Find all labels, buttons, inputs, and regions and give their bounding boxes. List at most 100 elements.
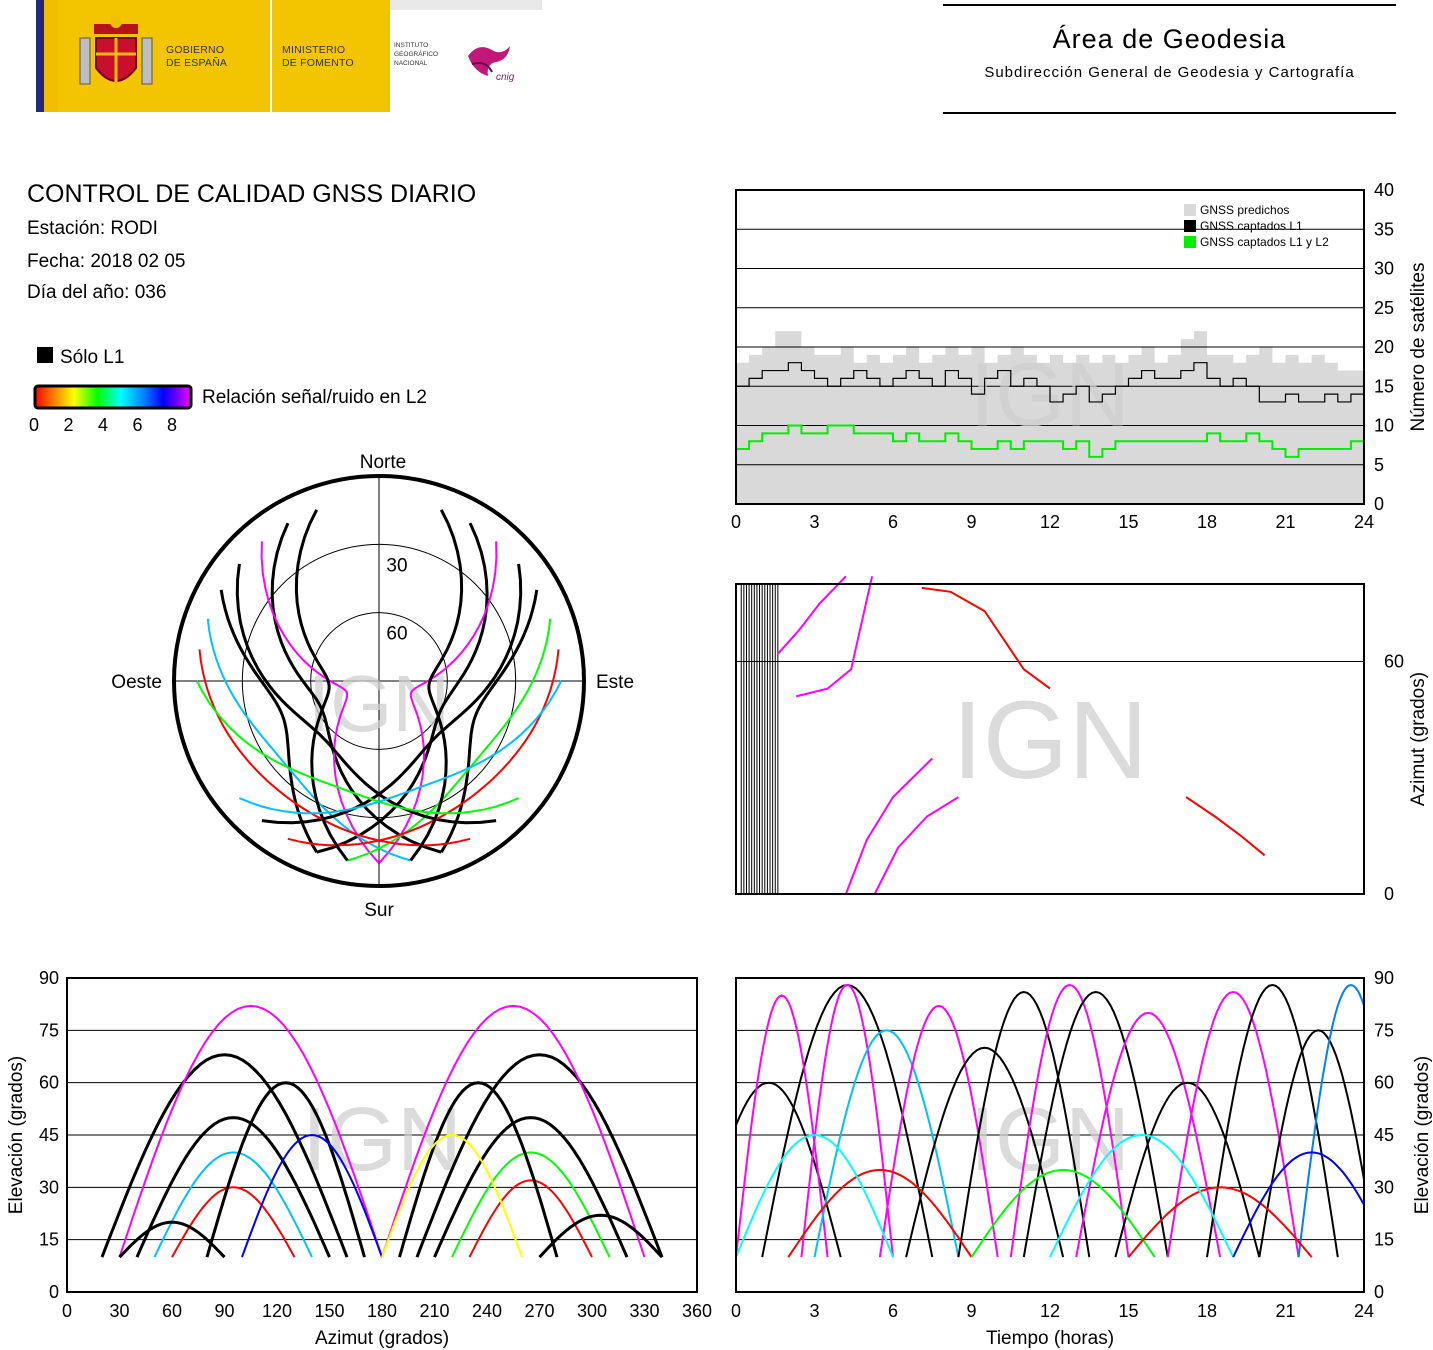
azimuth-time-chart: IGN 0 60Azimut (grados) bbox=[735, 575, 1429, 904]
y-tick-label: 0 bbox=[1374, 494, 1384, 514]
y-tick-label: 10 bbox=[1374, 416, 1394, 436]
azimuth-track bbox=[921, 586, 1051, 690]
y-tick-label: 15 bbox=[1374, 1230, 1394, 1250]
elev-time-arc bbox=[1206, 983, 1339, 1258]
ign-watermark: IGN bbox=[952, 679, 1148, 802]
y-tick-label: 30 bbox=[1374, 259, 1394, 279]
page-title: CONTROL DE CALIDAD GNSS DIARIO bbox=[27, 180, 477, 208]
ign-logo: INSTITUTO GEOGRÁFICO NACIONAL cnig bbox=[390, 0, 542, 112]
snr-colorbar bbox=[33, 384, 193, 410]
x-tick-label: 6 bbox=[888, 1301, 898, 1321]
x-tick-label: 21 bbox=[1275, 512, 1295, 532]
y-tick-label: 60 bbox=[39, 1073, 59, 1093]
y-tick-label: 75 bbox=[39, 1020, 59, 1040]
gov-line-2: DE ESPAÑA bbox=[166, 57, 228, 69]
east-label: Este bbox=[596, 672, 634, 693]
x-tick-label: 9 bbox=[966, 512, 976, 532]
y-tick-label: 45 bbox=[39, 1125, 59, 1145]
x-tick-label: 21 bbox=[1275, 1301, 1295, 1321]
date-label: Fecha: 2018 02 05 bbox=[27, 251, 186, 272]
x-tick-label: 240 bbox=[472, 1301, 502, 1321]
y-tick-label: 0 bbox=[49, 1282, 59, 1302]
elev-time-arc bbox=[736, 1133, 894, 1258]
satellite-count-chart: 05101520253035400 3 6 9 12 15 18 21 24IGNGNSS pr… bbox=[731, 180, 1429, 532]
x-tick-label: 15 bbox=[1118, 512, 1138, 532]
x-tick-label: 300 bbox=[577, 1301, 607, 1321]
y-tick-label: 0 bbox=[1384, 884, 1394, 904]
y-tick-label: 20 bbox=[1374, 337, 1394, 357]
y-tick-label: 25 bbox=[1374, 298, 1394, 318]
area-title: Área de Geodesia bbox=[1052, 24, 1287, 54]
elevation-time-chart: 01530456075900 3 6 9 12 15 18 21 24IGNTiempo (ho… bbox=[731, 968, 1433, 1349]
ministry-line-2: DE FOMENTO bbox=[282, 57, 354, 69]
y-tick-label: 75 bbox=[1374, 1020, 1394, 1040]
snr-tick-label: 4 bbox=[98, 415, 109, 435]
elev-time-arc bbox=[813, 1029, 960, 1258]
y-axis-label: Número de satélites bbox=[1408, 263, 1429, 432]
elev-time-arc bbox=[1127, 1186, 1313, 1258]
y-tick-label: 90 bbox=[39, 968, 59, 988]
x-tick-label: 24 bbox=[1354, 1301, 1374, 1321]
x-tick-label: 24 bbox=[1354, 512, 1374, 532]
l1-only-swatch bbox=[37, 347, 53, 363]
y-tick-label: 35 bbox=[1374, 219, 1394, 239]
snr-tick-label: 8 bbox=[167, 415, 178, 435]
ring-label-60: 60 bbox=[386, 624, 407, 645]
azimuth-track bbox=[777, 575, 847, 655]
x-axis-label: Azimut (grados) bbox=[315, 1328, 449, 1349]
cnig-text: cnig bbox=[496, 72, 515, 83]
gov-line-1: GOBIERNO bbox=[166, 44, 225, 56]
y-tick-label: 60 bbox=[1374, 1073, 1394, 1093]
y-tick-label: 40 bbox=[1374, 180, 1394, 200]
y-tick-label: 30 bbox=[39, 1177, 59, 1197]
l1-only-label: Sólo L1 bbox=[60, 347, 125, 368]
y-tick-label: 45 bbox=[1374, 1125, 1394, 1145]
spain-flag-strip bbox=[36, 0, 58, 112]
x-axis-label: Tiempo (horas) bbox=[986, 1328, 1114, 1349]
y-tick-label: 15 bbox=[39, 1230, 59, 1250]
west-label: Oeste bbox=[111, 672, 162, 693]
inst-line-1: INSTITUTO bbox=[394, 42, 429, 49]
y-tick-label: 15 bbox=[1374, 376, 1394, 396]
legend-label: GNSS captados L1 y L2 bbox=[1200, 235, 1329, 249]
x-tick-label: 12 bbox=[1040, 512, 1060, 532]
ring-label-30: 30 bbox=[386, 555, 407, 576]
x-tick-label: 6 bbox=[888, 512, 898, 532]
x-tick-label: 0 bbox=[731, 512, 741, 532]
legend-label: GNSS predichos bbox=[1200, 203, 1289, 217]
snr-tick-label: 0 bbox=[29, 415, 40, 435]
x-tick-label: 150 bbox=[314, 1301, 344, 1321]
snr-label: Relación señal/ruido en L2 bbox=[202, 387, 427, 408]
station-label: Estación: RODI bbox=[27, 218, 158, 239]
area-box bbox=[943, 4, 1396, 114]
x-tick-label: 18 bbox=[1197, 512, 1217, 532]
doy-label: Día del año: 036 bbox=[27, 282, 167, 303]
y-axis-label: Elevación (grados) bbox=[1412, 1056, 1433, 1214]
y-tick-label: 30 bbox=[1374, 1177, 1394, 1197]
cnig-logo-icon: cnig bbox=[468, 46, 515, 83]
x-tick-label: 15 bbox=[1118, 1301, 1138, 1321]
inst-line-2: GEOGRÁFICO bbox=[394, 51, 439, 58]
y-tick-label: 0 bbox=[1374, 1282, 1384, 1302]
x-tick-label: 0 bbox=[62, 1301, 72, 1321]
y-tick-label: 5 bbox=[1374, 455, 1384, 475]
south-label: Sur bbox=[364, 900, 394, 921]
elev-time-arc bbox=[800, 983, 894, 1258]
legend-swatch bbox=[1184, 220, 1196, 232]
x-tick-label: 0 bbox=[731, 1301, 741, 1321]
elev-time-arc bbox=[761, 983, 934, 1258]
government-logo: GOBIERNO DE ESPAÑA bbox=[58, 0, 270, 112]
x-tick-label: 18 bbox=[1197, 1301, 1217, 1321]
y-axis-label: Azimut (grados) bbox=[1408, 672, 1429, 806]
dense-track-cluster bbox=[740, 584, 779, 894]
y-tick-label: 90 bbox=[1374, 968, 1394, 988]
x-tick-label: 270 bbox=[524, 1301, 554, 1321]
skyplot-chart: IGN3060NorteSurOeste Este bbox=[111, 452, 634, 921]
ministry-line-1: MINISTERIO bbox=[282, 44, 346, 56]
x-tick-label: 30 bbox=[109, 1301, 129, 1321]
x-tick-label: 3 bbox=[809, 512, 819, 532]
x-tick-label: 60 bbox=[162, 1301, 182, 1321]
elev-time-arc bbox=[1232, 1151, 1364, 1258]
snr-tick-label: 2 bbox=[63, 415, 74, 435]
coat-of-arms-icon bbox=[79, 16, 153, 85]
